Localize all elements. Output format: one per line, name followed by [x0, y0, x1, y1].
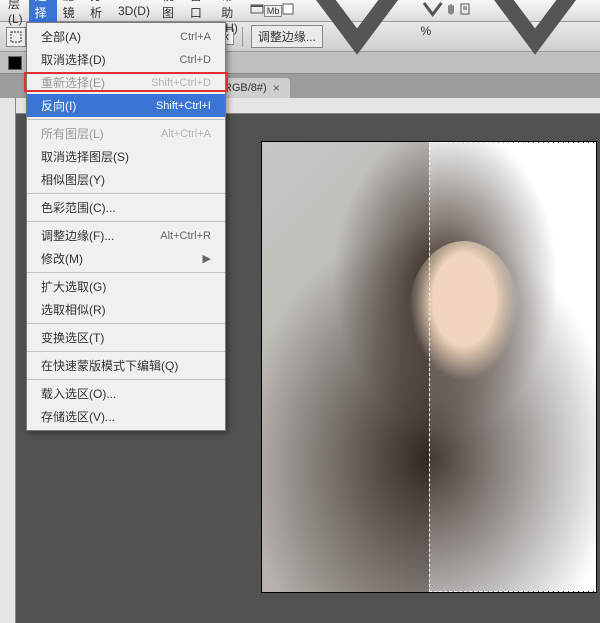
- menu-item: 所有图层(L) Alt+Ctrl+A: [27, 122, 225, 145]
- menu-item[interactable]: 色彩范围(C)...: [27, 196, 225, 219]
- chevron-down-icon[interactable]: [421, 0, 444, 21]
- screen-mode-icon[interactable]: [282, 3, 294, 18]
- menu-item[interactable]: 全部(A) Ctrl+A: [27, 25, 225, 48]
- menu-item-label: 修改(M): [41, 250, 83, 267]
- menu-item-label: 扩大选取(G): [41, 278, 106, 295]
- menu-separator: [27, 221, 225, 222]
- menu-item-label: 取消选择(D): [41, 51, 106, 68]
- menu-item[interactable]: 在快速蒙版模式下编辑(Q): [27, 354, 225, 377]
- menu-item[interactable]: 取消选择图层(S): [27, 145, 225, 168]
- menu-item-label: 存储选区(V)...: [41, 408, 115, 425]
- menu-item-label: 在快速蒙版模式下编辑(Q): [41, 357, 178, 374]
- hand-icon[interactable]: [444, 2, 458, 19]
- menu-item[interactable]: 取消选择(D) Ctrl+D: [27, 48, 225, 71]
- menu-item-label: 所有图层(L): [41, 125, 104, 142]
- menu-item-label: 重新选择(E): [41, 74, 105, 91]
- menu-bar: 层(L) 选择(S) 滤镜(T) 分析(A) 3D(D) 视图(V) 窗口(W)…: [0, 0, 600, 22]
- menu-item[interactable]: 相似图层(Y): [27, 168, 225, 191]
- percent-label: %: [421, 24, 432, 38]
- zoom-control: 66.7 %: [421, 0, 444, 38]
- marquee-tool-icon[interactable]: [6, 27, 26, 47]
- close-icon[interactable]: ×: [273, 81, 280, 95]
- workspace-icon[interactable]: [250, 2, 264, 19]
- menu-item: 重新选择(E) Shift+Ctrl+D: [27, 71, 225, 94]
- menu-item-label: 变换选区(T): [41, 329, 104, 346]
- menu-item-label: 取消选择图层(S): [41, 148, 129, 165]
- selection-marquee: [429, 142, 596, 592]
- menu-item[interactable]: 反向(I) Shift+Ctrl+I: [27, 94, 225, 117]
- chevron-down-icon[interactable]: [472, 0, 598, 74]
- menu-item-label: 调整边缘(F)...: [41, 227, 114, 244]
- menu-item[interactable]: 修改(M) ▶: [27, 247, 225, 270]
- menu-separator: [27, 119, 225, 120]
- menu-item-shortcut: Shift+Ctrl+I: [156, 100, 211, 112]
- mb-icon[interactable]: Mb: [264, 5, 283, 17]
- menu-item-label: 相似图层(Y): [41, 171, 105, 188]
- menu-item-shortcut: Alt+Ctrl+R: [160, 230, 211, 242]
- menu-item-label: 全部(A): [41, 28, 81, 45]
- menu-item-shortcut: Shift+Ctrl+D: [151, 77, 211, 89]
- menu-item[interactable]: 选取相似(R): [27, 298, 225, 321]
- menu-separator: [27, 193, 225, 194]
- menu-item-label: 载入选区(O)...: [41, 385, 116, 402]
- menu-separator: [27, 351, 225, 352]
- menu-separator: [27, 323, 225, 324]
- menu-item-shortcut: Ctrl+D: [180, 54, 211, 66]
- menu-3d[interactable]: 3D(D): [112, 2, 156, 20]
- menu-item[interactable]: 调整边缘(F)... Alt+Ctrl+R: [27, 224, 225, 247]
- menu-item[interactable]: 存储选区(V)...: [27, 405, 225, 428]
- menu-item[interactable]: 扩大选取(G): [27, 275, 225, 298]
- menu-item[interactable]: 变换选区(T): [27, 326, 225, 349]
- ruler-vertical: [0, 98, 16, 623]
- select-menu-dropdown: 全部(A) Ctrl+A 取消选择(D) Ctrl+D 重新选择(E) Shift+Ctr…: [26, 22, 226, 431]
- menu-item-label: 色彩范围(C)...: [41, 199, 116, 216]
- doc-icon[interactable]: [458, 2, 472, 19]
- color-swatch[interactable]: [8, 56, 22, 70]
- menu-layer[interactable]: 层(L): [2, 0, 29, 28]
- chevron-down-icon[interactable]: [294, 0, 420, 74]
- menu-item[interactable]: 载入选区(O)...: [27, 382, 225, 405]
- menu-item-label: 选取相似(R): [41, 301, 106, 318]
- menu-item-shortcut: ▶: [203, 252, 211, 265]
- menu-separator: [27, 379, 225, 380]
- menu-item-shortcut: Ctrl+A: [180, 31, 211, 43]
- menu-item-label: 反向(I): [41, 97, 76, 114]
- menu-separator: [27, 272, 225, 273]
- menu-item-shortcut: Alt+Ctrl+A: [161, 128, 211, 140]
- document[interactable]: [262, 142, 596, 592]
